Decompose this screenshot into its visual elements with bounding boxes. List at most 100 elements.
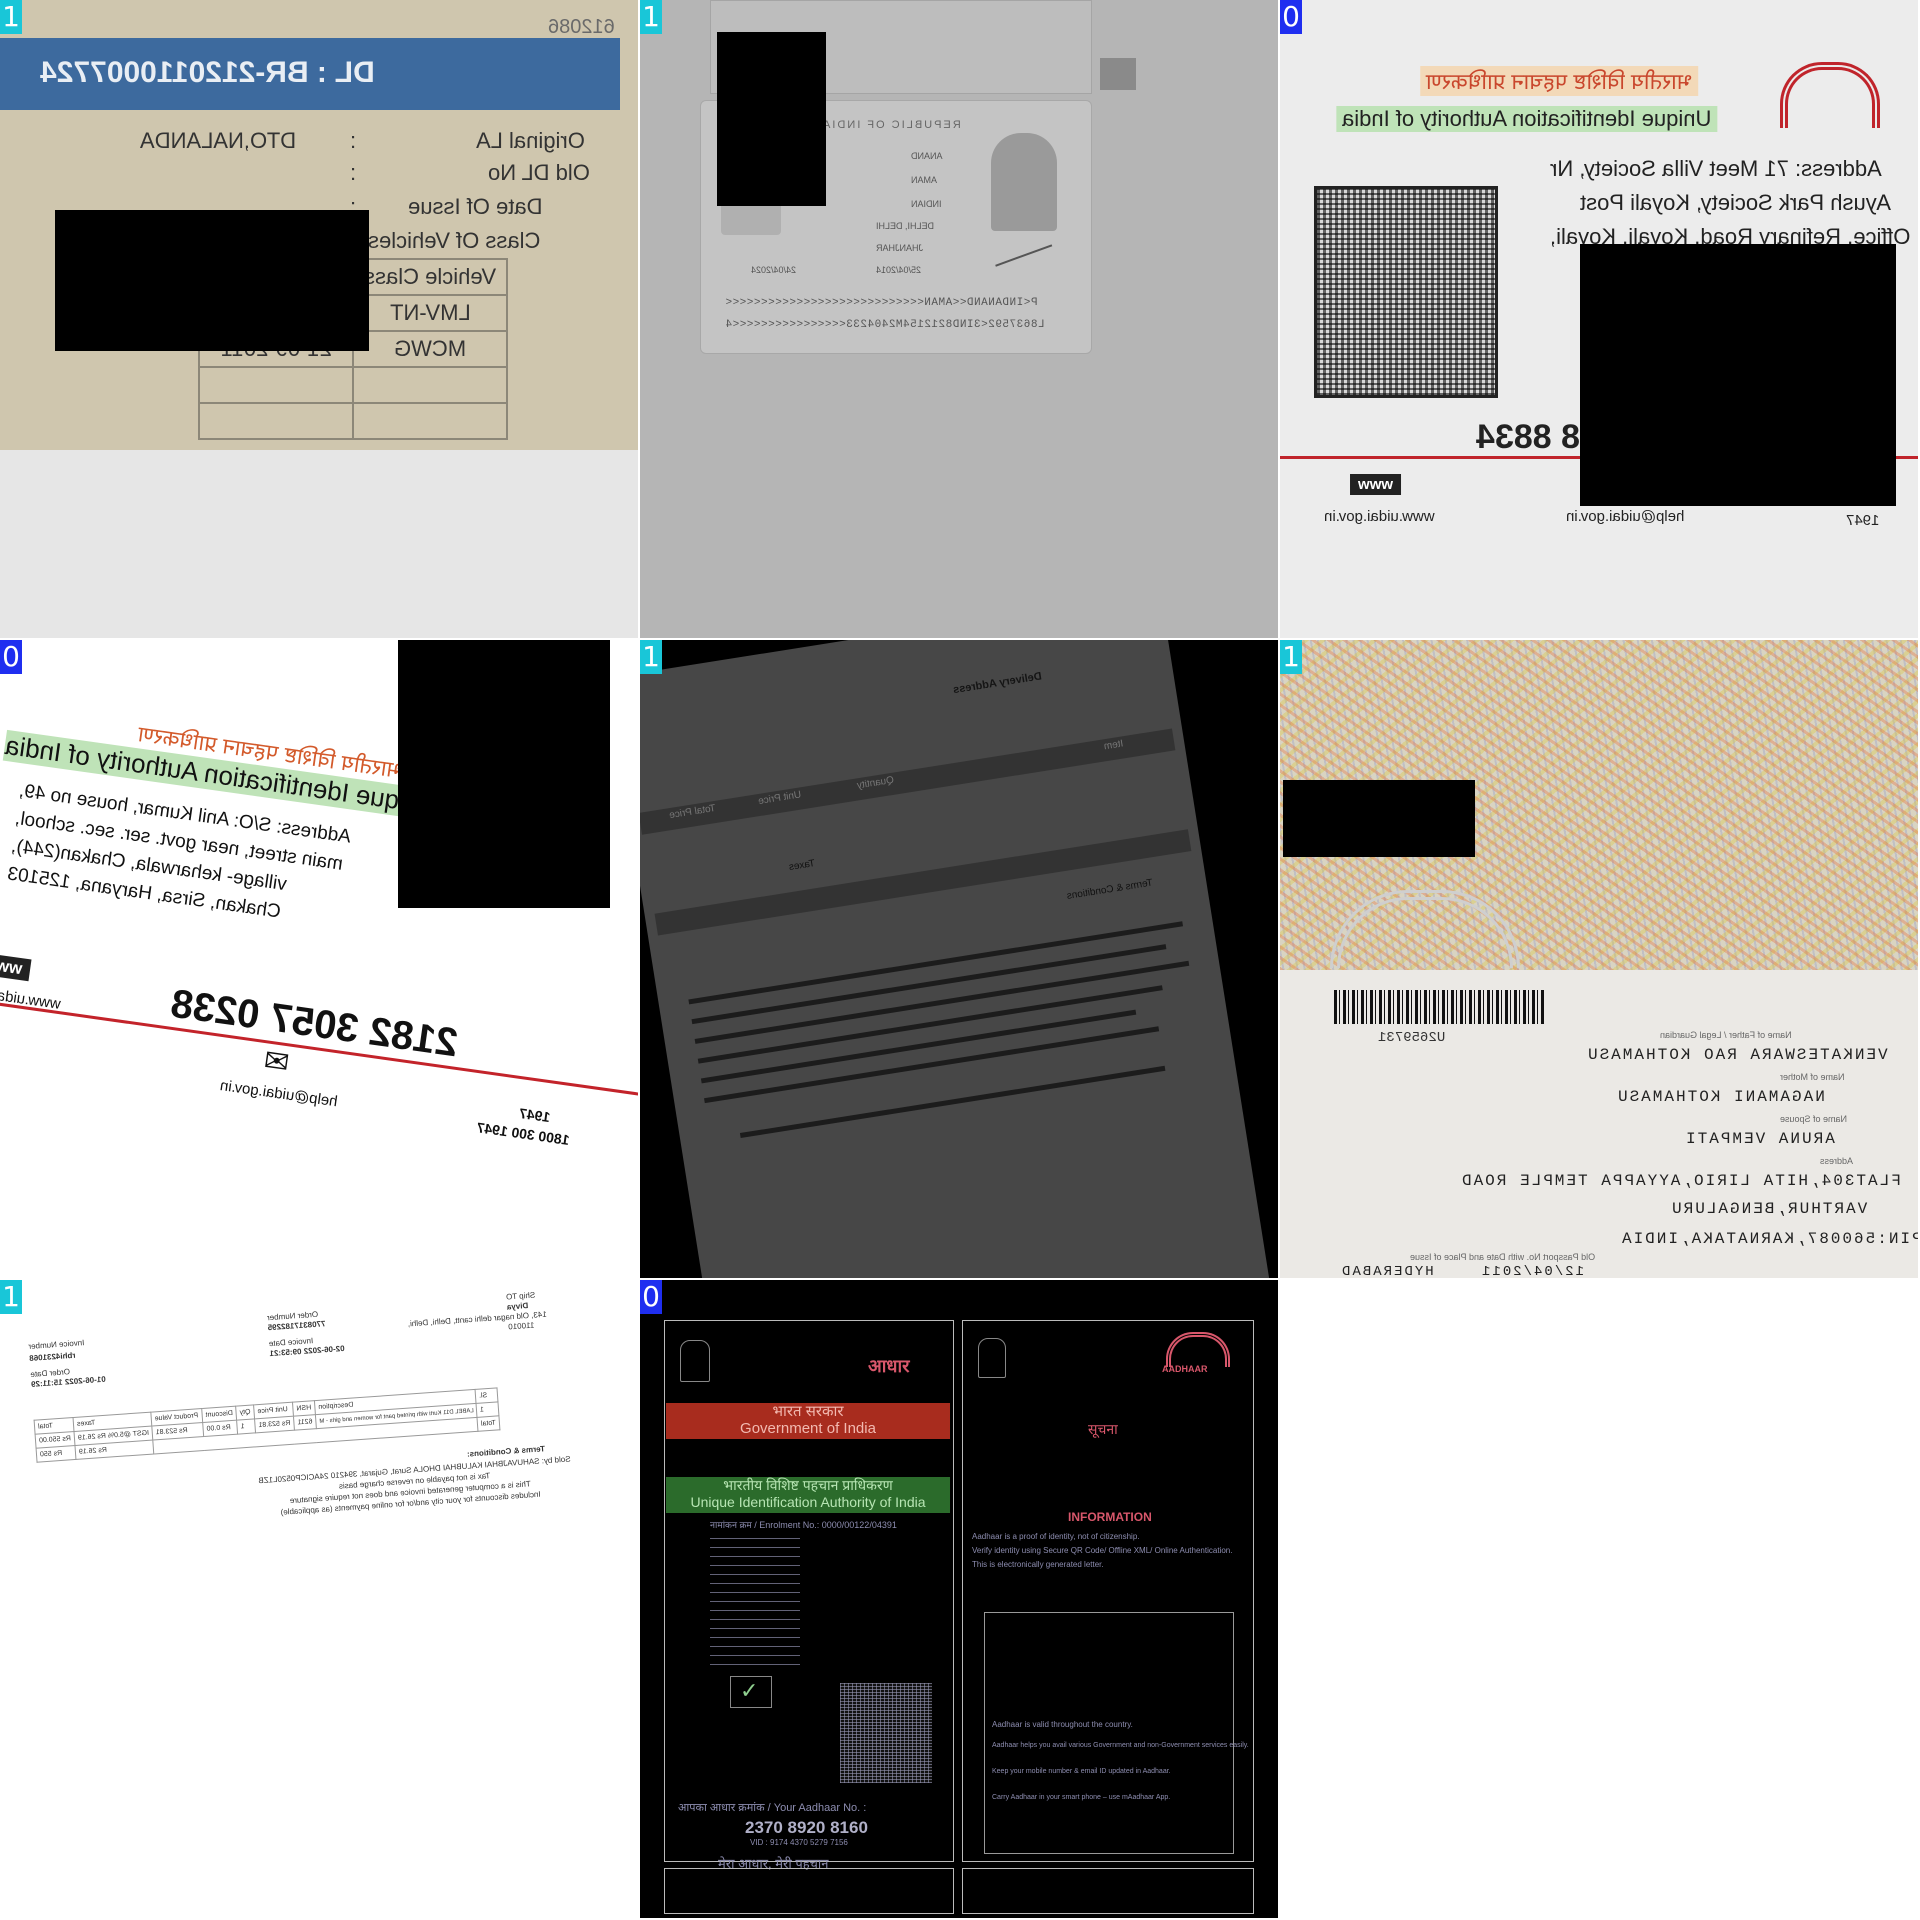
redaction-box xyxy=(55,210,369,351)
passport-date-of-expiry: 24/04/2024 xyxy=(751,265,797,275)
row-label: Class Of Vehicles xyxy=(368,228,541,253)
total-cell: Total xyxy=(477,1415,501,1432)
www-badge: www xyxy=(1350,474,1402,495)
barcode-id: U2659731 xyxy=(1378,1030,1446,1046)
emblem-watermark xyxy=(1330,890,1520,968)
dl-number: DL : BR-2120110007724 xyxy=(40,56,375,89)
help-email: help@uidai.gov.in xyxy=(1566,508,1685,525)
mother-name: NAGAMANI KOTHAMASU xyxy=(1616,1088,1825,1106)
total-band xyxy=(654,829,1192,936)
ship-name: Divya xyxy=(506,1301,529,1312)
col-header: Qty xyxy=(235,1404,255,1421)
aadhaar-logo: आधार xyxy=(868,1356,910,1376)
redaction-box xyxy=(717,32,826,206)
text-line xyxy=(704,1026,1160,1104)
total-cell: Rs 550 xyxy=(36,1445,76,1463)
gov-english: Government of India xyxy=(740,1420,876,1437)
website: www.uidai.gov.in xyxy=(1324,508,1435,525)
invoice-doc: Invoice Number rbhi4231068 Order Date 01… xyxy=(28,1291,627,1517)
aadhaar-logo-icon xyxy=(1780,62,1880,128)
aadhaar-number: 2370 8920 8160 xyxy=(745,1818,868,1837)
label-badge: 0 xyxy=(1280,0,1302,34)
label-badge: 1 xyxy=(1280,640,1302,674)
row-label: Date Of Issue xyxy=(408,194,543,219)
text-line xyxy=(691,944,1167,1025)
image-grid: 1 DL : BR-2120110007724 612086 Original … xyxy=(0,0,1920,1920)
caption-address: Address xyxy=(1820,1156,1854,1166)
licence-header-band: DL : BR-2120110007724 xyxy=(0,38,620,110)
delivery-address-label: Delivery Address xyxy=(952,670,1043,697)
tile-driving-licence: 1 DL : BR-2120110007724 612086 Original … xyxy=(0,0,638,638)
information-title: INFORMATION xyxy=(1068,1510,1152,1524)
helpline: 1947 xyxy=(518,1104,552,1126)
invoice-number-label: Invoice Number xyxy=(28,1338,85,1351)
info-box-item: Keep your mobile number & email ID updat… xyxy=(992,1768,1171,1775)
vehicle-class-cell: LMV-NT xyxy=(352,294,508,332)
tile-aadhaar-back: 0 भारतीय विशिष्ट पहचान प्राधिकरण Unique … xyxy=(1280,0,1918,638)
gov-banner: भारत सरकार Government of India xyxy=(666,1403,950,1439)
old-passport-date: 12/04/2011 xyxy=(1480,1264,1585,1278)
redaction-box xyxy=(1283,780,1475,857)
address-block xyxy=(710,1538,800,1668)
passport-place-of-birth: DELHI, DELHI xyxy=(876,221,935,231)
label-badge: 1 xyxy=(640,640,662,674)
label-badge: 1 xyxy=(0,0,22,34)
father-name: VENKATESWARA RAO KOTHAMASU xyxy=(1586,1046,1888,1064)
address-line: FLAT304,HITA LIRIO,AYYAPPA TEMPLE ROAD xyxy=(1460,1172,1901,1190)
enrolment-number: नामांकन क्रम / Enrolment No.: 0000/00122… xyxy=(710,1520,897,1530)
check-icon: ✓ xyxy=(740,1678,759,1703)
uidai-hindi: भारतीय विशिष्ट पहचान प्राधिकरण xyxy=(723,1477,893,1493)
paper-clip xyxy=(1100,58,1136,90)
signature xyxy=(989,229,1053,267)
cell: 1 xyxy=(236,1418,256,1435)
caption-old-passport: Old Passport No. with Date and Place of … xyxy=(1410,1252,1596,1262)
uidai-banner: भारतीय विशिष्ट पहचान प्राधिकरण Unique Id… xyxy=(666,1477,950,1513)
spouse-name: ARUNA VEMPATI xyxy=(1684,1130,1835,1148)
footer-strip xyxy=(962,1868,1254,1914)
helpline: 1947 xyxy=(1846,512,1880,529)
label-badge: 0 xyxy=(640,1280,662,1314)
passport-country: REPUBLIC OF INDIA xyxy=(821,119,961,131)
aadhaar-number: 8 8834 xyxy=(1476,418,1580,456)
emblem-icon xyxy=(978,1338,1006,1378)
vid-number: VID : 9174 4370 5279 7156 xyxy=(750,1838,848,1847)
qr-code xyxy=(840,1683,932,1783)
invoice-sheet: Delivery Address Item Quantity Unit Pric… xyxy=(640,640,1273,1278)
address-line: VARTHUR,BENGALURU xyxy=(1670,1200,1868,1218)
passport-place-of-issue: JHANJHAR xyxy=(876,243,924,253)
mrz-line-1: P<INDANAND<<AMAN<<<<<<<<<<<<<<<<<<<<<<<<… xyxy=(725,297,1038,309)
passport-given-name: AMAN xyxy=(911,175,938,185)
row-label: Old DL No xyxy=(488,160,590,185)
caption-father: Name of Father / Legal Guardian xyxy=(1660,1030,1792,1040)
taxes-label: Taxes xyxy=(788,858,816,874)
mrz-line-2: L8637592<3IND8212154M2404233<<<<<<<<<<<<… xyxy=(725,319,1045,331)
www-badge: www xyxy=(0,951,32,982)
serial-number: 612086 xyxy=(548,16,615,38)
table-header-cell: Vehicle Class xyxy=(352,258,508,296)
tile-passport: 1 REPUBLIC OF INDIA ANAND AMAN INDIAN DE… xyxy=(640,0,1278,638)
info-box-item: Aadhaar is valid throughout the country. xyxy=(992,1720,1133,1729)
invoice-table: Total Taxes Product Value Discount Qty U… xyxy=(34,1387,501,1463)
uidai-hindi-title: भारतीय विशिष्ट पहचान प्राधिकरण xyxy=(1420,66,1699,96)
old-passport-place: HYDERABAD xyxy=(1340,1264,1434,1278)
aadhaar-number: 2182 3057 0238 xyxy=(168,981,461,1066)
address-line: PIN:560087,KARNATAKA,INDIA xyxy=(1620,1230,1918,1248)
helpline-toll-free: 1800 300 1947 xyxy=(475,1119,571,1149)
text-line xyxy=(700,1009,1137,1084)
qr-code xyxy=(1314,186,1498,398)
row-label: Original LA xyxy=(476,128,585,153)
vehicle-class-cell: MCWG xyxy=(352,330,508,368)
help-email: help@uidai.gov.in xyxy=(218,1077,339,1111)
passport-date-of-issue: 25/04/2014 xyxy=(876,265,922,275)
label-badge: 1 xyxy=(0,1280,22,1314)
info-box xyxy=(984,1612,1234,1854)
caption-mother: Name of Mother xyxy=(1780,1072,1845,1082)
footer-strip xyxy=(664,1868,954,1914)
aadhaar-label: आपका आधार क्रमांक / Your Aadhaar No. : xyxy=(678,1802,867,1814)
label-badge: 1 xyxy=(640,0,662,34)
tile-passport-back: 1 U2659731 Name of Father / Legal Guardi… xyxy=(1280,640,1918,1278)
tile-aadhaar-tilted: 0 भारतीय विशिष्ट पहचान प्राधिकरण Unique … xyxy=(0,640,638,1278)
empty-cell xyxy=(352,366,508,404)
tile-aadhaar-letter: 0 आधार भारत सरकार Government of India भा… xyxy=(640,1280,1278,1918)
address-line: Address: 71 Meet Villa Society, Nr xyxy=(1550,156,1882,181)
